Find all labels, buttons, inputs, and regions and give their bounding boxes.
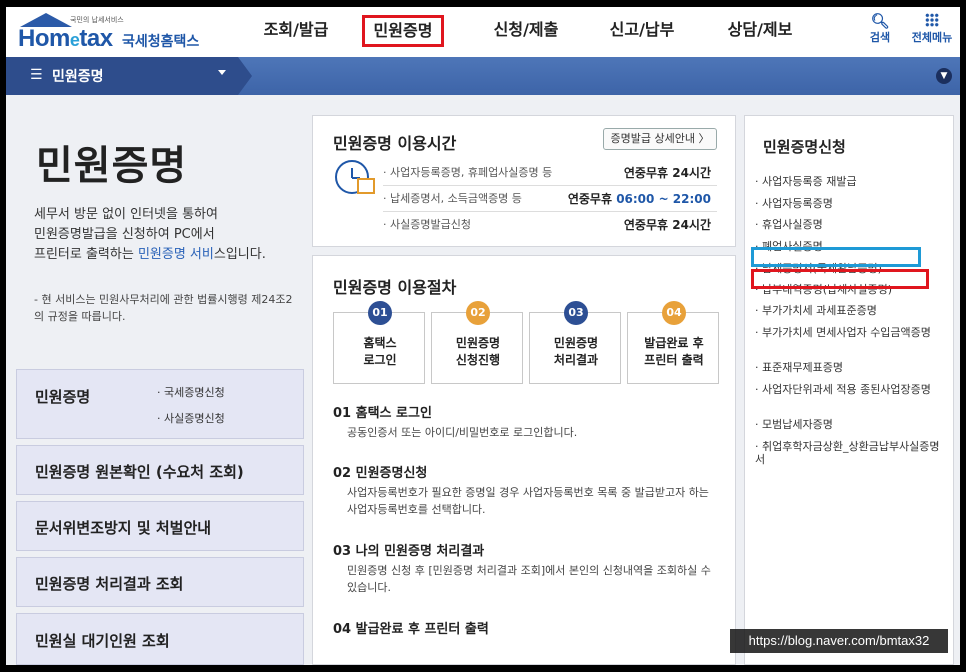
search-label: 검색 (869, 31, 891, 44)
forgery-prevention-box[interactable]: 문서위변조방지 및 처벌안내 (16, 501, 304, 551)
step3-heading: 03 나의 민원증명 처리결과 (333, 544, 485, 559)
search-button[interactable]: 🔍︎ 검색 (864, 13, 896, 45)
processing-result-label: 민원증명 처리결과 조회 (35, 575, 184, 593)
step2-description: 사업자등록번호가 필요한 증명일 경우 사업자등록번호 목록 중 발급받고자 하… (347, 486, 709, 516)
certificate-apply-title: 민원증명신청 (763, 138, 846, 156)
highlight-box-red (751, 269, 929, 289)
processing-result-box[interactable]: 민원증명 처리결과 조회 (16, 557, 304, 607)
intro-text: 세무서 방문 없이 인터넷을 통하여 민원증명발급을 신청하여 PC에서 프린터… (34, 207, 266, 262)
forgery-prevention-label: 문서위변조방지 및 처벌안내 (35, 519, 212, 537)
usage-procedure-card: 민원증명 이용절차 01 홈택스 로그인 02 민원증명 신청진행 03 민원증… (312, 255, 736, 665)
nav-report-pay[interactable]: 신고/납부 (602, 15, 682, 47)
waiting-count-box[interactable]: 민원실 대기인원 조회 (16, 613, 304, 665)
blog-watermark: https://blog.naver.com/bmtax32 (730, 629, 948, 653)
sublink-fact-cert[interactable]: · 사실증명신청 (157, 406, 225, 432)
link-model-taxpayer-cert[interactable]: 모범납세자증명 (755, 418, 955, 431)
sub-navigation-bar: ☰ 민원증명 ▼ (6, 57, 960, 95)
all-menu-label: 전체메뉴 (911, 31, 953, 44)
link-financial-statement-cert[interactable]: 표준재무제표증명 (755, 361, 955, 374)
page-title: 민원증명 (36, 143, 188, 189)
issue-detail-button[interactable]: 증명발급 상세안내 〉 (603, 128, 717, 150)
step1-description: 공동인증서 또는 아이디/비밀번호로 로그인합니다. (347, 426, 578, 439)
logo-brand-korean: 국세청홈택스 (122, 34, 200, 50)
step-card-login: 01 홈택스 로그인 (333, 301, 425, 384)
waiting-count-label: 민원실 대기인원 조회 (35, 632, 170, 650)
hometax-window: 국민의 납세서비스 Hometax 국세청홈택스 조회/발급 민원증명 신청/제… (6, 7, 960, 665)
step-label: 민원증명 신청진행 (455, 336, 501, 367)
link-vat-exempt-income-cert[interactable]: 부가가치세 면세사업자 수입금액증명 (755, 326, 945, 339)
step4-heading: 04 발급완료 후 프린터 출력 (333, 622, 489, 637)
link-student-loan-cert[interactable]: 취업후학자금상환_상환금납부사실증명서 (755, 440, 945, 466)
left-panel: 민원증명 세무서 방문 없이 인터넷을 통하여 민원증명발급을 신청하여 PC에… (6, 95, 312, 665)
step-number-badge: 03 (564, 301, 588, 325)
step3-description: 민원증명 신청 후 [민원증명 처리결과 조회]에서 본인의 신청내역을 조회하… (347, 564, 711, 594)
usage-procedure-title: 민원증명 이용절차 (333, 278, 457, 297)
step2-heading: 02 민원증명신청 (333, 466, 428, 481)
usage-hours-card: 민원증명 이용시간 증명발급 상세안내 〉 · 사업자등록증명, 휴페업사실증명… (312, 115, 736, 247)
nav-consult-tip[interactable]: 상담/제보 (720, 15, 800, 47)
top-header: 국민의 납세서비스 Hometax 국세청홈택스 조회/발급 민원증명 신청/제… (6, 7, 960, 57)
usage-hours-title: 민원증명 이용시간 (333, 134, 457, 153)
link-business-reg-reissue[interactable]: 사업자등록증 재발급 (755, 175, 955, 188)
logo-brand: Hometax (18, 25, 113, 52)
hours-row: · 사실증명발급신청 연중무휴 24시간 (383, 218, 711, 232)
step-label: 홈택스 로그인 (363, 336, 397, 367)
step-card-apply: 02 민원증명 신청진행 (431, 301, 523, 384)
highlight-box-blue (751, 247, 921, 267)
dropdown-arrow-shape (238, 57, 252, 95)
step-card-result: 03 민원증명 처리결과 (529, 301, 621, 384)
menu-dropdown[interactable]: ☰ 민원증명 (6, 57, 252, 95)
nav-inquiry-issue[interactable]: 조회/발급 (256, 15, 336, 47)
certificate-apply-panel: 민원증명신청 사업자등록증 재발급 사업자등록증명 휴업사실증명 폐업사실증명 … (744, 115, 954, 665)
expand-circle-icon[interactable]: ▼ (936, 68, 952, 84)
step-number-badge: 01 (368, 301, 392, 325)
civil-certificate-sublinks: · 국세증명신청 · 사실증명신청 (157, 380, 225, 432)
original-verification-label: 민원증명 원본확인 (수요처 조회) (35, 463, 244, 481)
step1-heading: 01 홈택스 로그인 (333, 406, 432, 421)
nav-apply-submit[interactable]: 신청/제출 (486, 15, 566, 47)
regulation-note: - 현 서비스는 민원사무처리에 관한 법률시행령 제24조2의 규정을 따릅니… (34, 293, 293, 323)
hours-row: · 납세증명서, 소득금액증명 등 연중무휴 06:00 ~ 22:00 (383, 186, 717, 212)
civil-certificate-box-title: 민원증명 (35, 388, 91, 406)
link-unit-taxation-cert[interactable]: 사업자단위과세 적용 종된사업장증명 (755, 383, 945, 396)
caret-down-icon (218, 70, 226, 75)
all-menu-button[interactable]: 전체메뉴 (906, 13, 958, 45)
link-suspension-cert[interactable]: 휴업사실증명 (755, 218, 955, 231)
sublink-national-tax-cert[interactable]: · 국세증명신청 (157, 380, 225, 406)
step-number-badge: 02 (466, 301, 490, 325)
original-verification-box[interactable]: 민원증명 원본확인 (수요처 조회) (16, 445, 304, 495)
step-label: 민원증명 처리결과 (553, 336, 599, 367)
search-icon: 🔍︎ (870, 12, 890, 30)
calendar-icon (357, 178, 375, 194)
hamburger-icon: ☰ (30, 67, 43, 83)
hometax-logo[interactable]: 국민의 납세서비스 Hometax 국세청홈택스 (14, 11, 204, 55)
link-business-reg-cert[interactable]: 사업자등록증명 (755, 197, 955, 210)
step-label: 발급완료 후 프린터 출력 (644, 336, 704, 367)
main-content: 민원증명 세무서 방문 없이 인터넷을 통하여 민원증명발급을 신청하여 PC에… (6, 95, 960, 665)
civil-certificate-box[interactable]: 민원증명 · 국세증명신청 · 사실증명신청 (16, 369, 304, 439)
grid-menu-icon (906, 13, 958, 29)
hours-row: · 사업자등록증명, 휴페업사실증명 등 연중무휴 24시간 (383, 160, 717, 186)
step-number-badge: 04 (662, 301, 686, 325)
link-vat-base-cert[interactable]: 부가가치세 과세표준증명 (755, 304, 955, 317)
nav-civil-certificate[interactable]: 민원증명 (362, 15, 444, 47)
logo-tagline: 국민의 납세서비스 (70, 16, 124, 24)
dropdown-current-label: 민원증명 (52, 69, 104, 85)
step-card-print: 04 발급완료 후 프린터 출력 (627, 301, 719, 384)
